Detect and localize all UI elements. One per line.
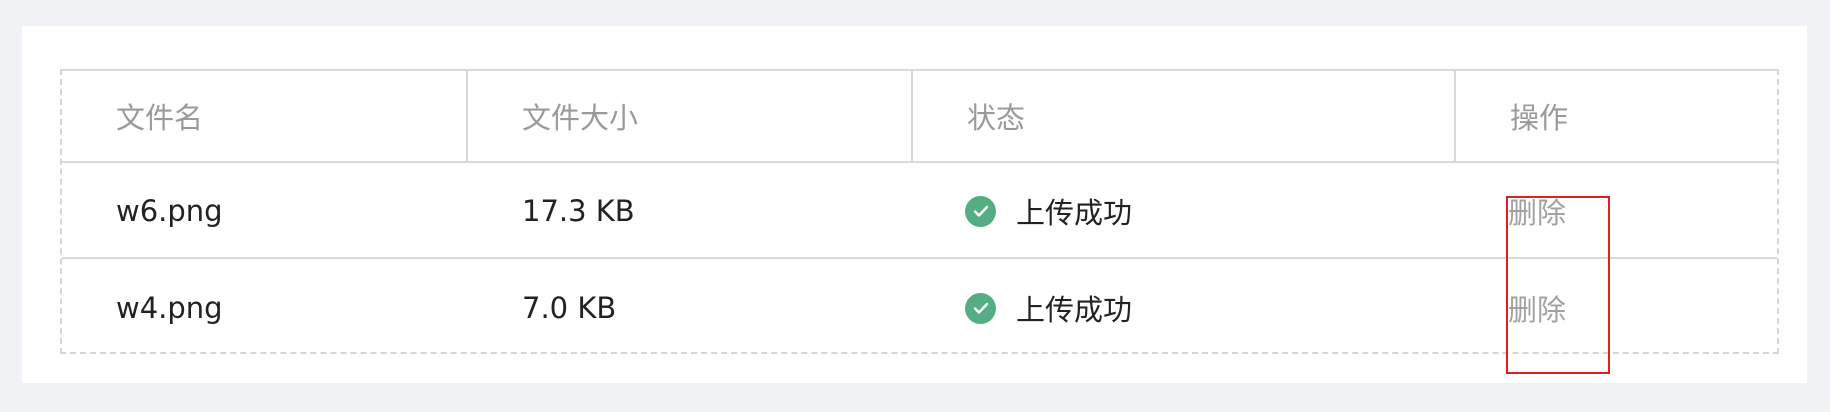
column-header-status: 状态: [911, 71, 1454, 161]
column-header-filename: 文件名: [116, 101, 204, 135]
table-row: w4.png 7.0 KB 上传成功 删除: [62, 261, 1777, 355]
file-name: w4.png: [116, 291, 223, 325]
file-size: 17.3 KB: [522, 194, 635, 228]
status-text: 上传成功: [1016, 293, 1133, 327]
table-row: w6.png 17.3 KB 上传成功 删除: [62, 165, 1777, 259]
table-header: 文件名 文件大小 状态 操作: [62, 69, 1777, 163]
check-circle-icon: [965, 195, 996, 227]
delete-button[interactable]: 删除: [1508, 190, 1566, 232]
column-header-action: 操作: [1454, 71, 1779, 161]
action-cell: 删除: [1454, 165, 1779, 257]
action-cell: 删除: [1454, 261, 1779, 355]
upload-status: 上传成功: [911, 261, 1454, 355]
column-header-filesize: 文件大小: [466, 71, 911, 161]
delete-button[interactable]: 删除: [1508, 287, 1566, 329]
file-table: 文件名 文件大小 状态 操作 w6.png 17.3 KB 上传成功 删除 w4…: [60, 69, 1779, 354]
upload-list-card: 文件名 文件大小 状态 操作 w6.png 17.3 KB 上传成功 删除 w4…: [22, 26, 1807, 383]
status-text: 上传成功: [1016, 196, 1133, 230]
upload-status: 上传成功: [911, 165, 1454, 257]
file-size: 7.0 KB: [522, 291, 617, 325]
file-name: w6.png: [116, 194, 223, 228]
check-circle-icon: [965, 292, 996, 324]
